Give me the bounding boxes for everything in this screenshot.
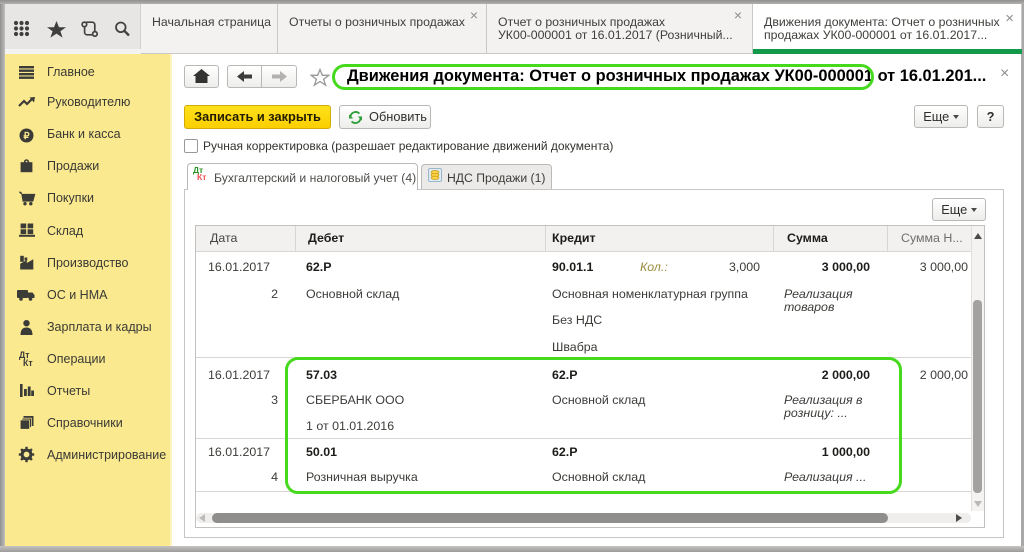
svg-text:₽: ₽ xyxy=(23,131,30,142)
